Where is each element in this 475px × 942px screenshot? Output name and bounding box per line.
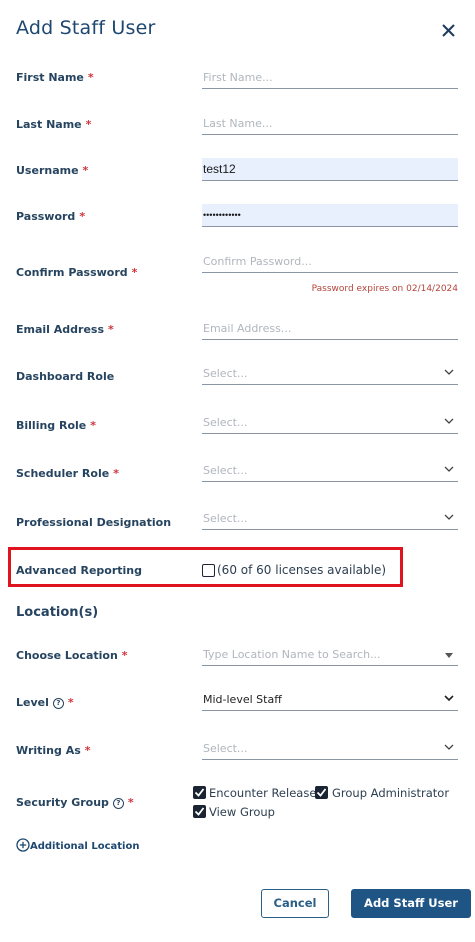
plus-circle-icon <box>16 838 30 852</box>
group-administrator-checkbox[interactable] <box>315 786 328 799</box>
level-select[interactable]: Mid-level Staff <box>202 688 458 711</box>
password-label: Password * <box>16 210 86 223</box>
password-input[interactable]: •••••••••••• <box>202 204 458 227</box>
choose-location-input[interactable]: Type Location Name to Search... <box>202 643 458 666</box>
group-administrator-label: Group Administrator <box>332 786 450 800</box>
advanced-reporting-label: Advanced Reporting <box>16 564 143 577</box>
choose-location-label: Choose Location * <box>16 649 128 662</box>
last-name-input[interactable]: Last Name... <box>202 112 458 135</box>
chevron-down-icon <box>444 466 454 472</box>
chevron-down-icon <box>444 695 454 701</box>
chevron-down-icon <box>444 369 454 375</box>
chevron-down-icon <box>444 514 454 520</box>
first-name-input[interactable]: First Name... <box>202 66 458 89</box>
first-name-label: First Name * <box>16 71 94 84</box>
email-label: Email Address * <box>16 323 114 336</box>
password-expiry-hint: Password expires on 02/14/2024 <box>311 284 458 294</box>
confirm-password-input[interactable]: Confirm Password... <box>202 250 458 273</box>
help-icon[interactable]: ? <box>52 698 64 709</box>
dropdown-arrow-icon <box>445 653 453 658</box>
dialog-title: Add Staff User <box>16 17 156 39</box>
encounter-release-checkbox[interactable] <box>193 786 206 799</box>
level-label: Level? * <box>16 696 74 709</box>
locations-section-title: Location(s) <box>16 605 99 620</box>
advanced-reporting-checkbox[interactable] <box>202 564 215 577</box>
help-icon[interactable]: ? <box>112 798 124 809</box>
dashboard-role-label: Dashboard Role <box>16 370 115 383</box>
professional-designation-select[interactable]: Select... <box>202 507 458 530</box>
cancel-button[interactable]: Cancel <box>261 889 329 918</box>
checkmark-icon <box>194 806 204 816</box>
billing-role-label: Billing Role * <box>16 419 97 432</box>
email-input[interactable]: Email Address... <box>202 317 458 340</box>
chevron-down-icon <box>444 744 454 750</box>
username-input[interactable]: test12 <box>202 158 458 181</box>
add-staff-user-button[interactable]: Add Staff User <box>351 889 471 918</box>
advanced-reporting-licenses: (60 of 60 licenses available) <box>217 563 387 577</box>
view-group-label: View Group <box>209 805 275 819</box>
billing-role-select[interactable]: Select... <box>202 411 458 434</box>
chevron-down-icon <box>444 418 454 424</box>
security-group-label: Security Group? * <box>16 796 134 809</box>
professional-designation-label: Professional Designation <box>16 516 172 529</box>
scheduler-role-label: Scheduler Role * <box>16 467 119 480</box>
checkmark-icon <box>316 787 326 797</box>
checkmark-icon <box>194 787 204 797</box>
writing-as-label: Writing As * <box>16 744 91 757</box>
scheduler-role-select[interactable]: Select... <box>202 459 458 482</box>
close-icon[interactable] <box>439 20 459 40</box>
confirm-password-label: Confirm Password * <box>16 266 138 279</box>
dashboard-role-select[interactable]: Select... <box>202 362 458 385</box>
encounter-release-label: Encounter Release <box>209 786 317 800</box>
username-label: Username * <box>16 164 89 177</box>
writing-as-select[interactable]: Select... <box>202 737 458 760</box>
view-group-checkbox[interactable] <box>193 805 206 818</box>
last-name-label: Last Name * <box>16 118 92 131</box>
additional-location-link[interactable]: Additional Location <box>16 838 139 852</box>
